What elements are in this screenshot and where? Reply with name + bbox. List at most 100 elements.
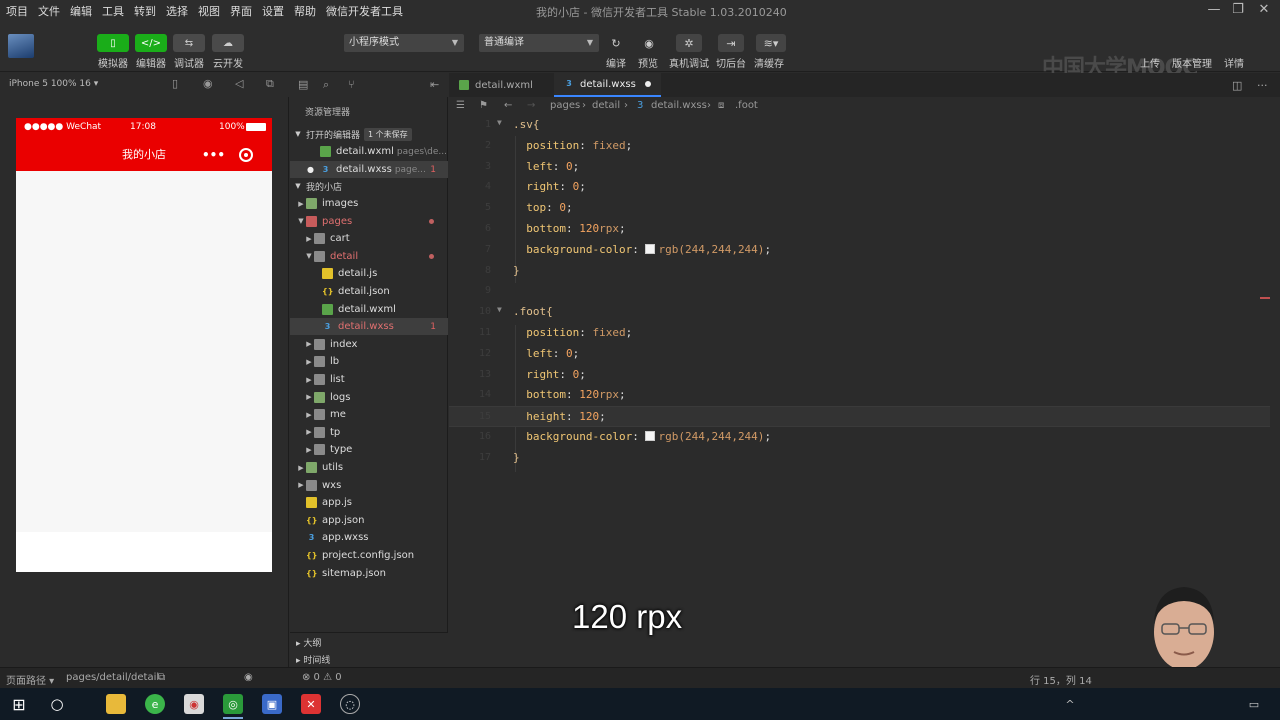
folder-item[interactable]: ▶ index bbox=[290, 336, 448, 353]
open-editor-item[interactable]: detail.wxml pages\de... bbox=[290, 143, 448, 160]
code-line[interactable]: 8} bbox=[449, 261, 1270, 282]
close-icon[interactable]: ✕ bbox=[1255, 2, 1273, 17]
outline-section[interactable]: ▸ 大纲 bbox=[296, 636, 321, 649]
folder-item[interactable]: ▶ type bbox=[290, 441, 448, 458]
remote-debug-button[interactable]: ✲ bbox=[676, 34, 702, 52]
files-icon[interactable]: ▤ bbox=[298, 78, 308, 91]
problems-indicator[interactable]: ⊗ 0 ⚠ 0 bbox=[302, 672, 342, 683]
back-icon[interactable]: ← bbox=[504, 100, 512, 111]
code-line[interactable]: 6 bottom: 120rpx; bbox=[449, 219, 1270, 240]
file-item[interactable]: detail.js bbox=[290, 265, 448, 282]
minimize-icon[interactable]: — bbox=[1205, 2, 1223, 17]
file-item[interactable]: {} app.json bbox=[290, 512, 448, 529]
folder-item[interactable]: ▼ detail bbox=[290, 248, 448, 265]
record-icon[interactable]: ◉ bbox=[203, 77, 213, 90]
unsaved-dot-icon[interactable]: ● bbox=[307, 165, 314, 174]
capsule-menu[interactable]: ••• bbox=[196, 144, 266, 166]
menu-item[interactable]: 编辑 bbox=[66, 3, 96, 19]
folder-item[interactable]: ▶ list bbox=[290, 371, 448, 388]
maximize-icon[interactable]: ❐ bbox=[1229, 2, 1247, 17]
file-item[interactable]: app.js bbox=[290, 494, 448, 511]
menu-item[interactable]: 微信开发者工具 bbox=[322, 3, 407, 19]
code-line[interactable]: 7 background-color: rgb(244,244,244); bbox=[449, 240, 1270, 261]
folder-item[interactable]: ▶ lb bbox=[290, 353, 448, 370]
file-item[interactable]: detail.wxml bbox=[290, 301, 448, 318]
menu-item[interactable]: 选择 bbox=[162, 3, 192, 19]
breadcrumb-item[interactable]: .foot bbox=[735, 100, 758, 111]
windows-start-icon[interactable]: ⊞ bbox=[9, 694, 29, 714]
folder-item[interactable]: ▶ cart bbox=[290, 230, 448, 247]
code-line[interactable]: 10 ▼ .foot{ bbox=[449, 302, 1270, 323]
menu-item[interactable]: 文件 bbox=[34, 3, 64, 19]
editor-toggle-button[interactable]: </> bbox=[135, 34, 167, 52]
code-line[interactable]: 16 background-color: rgb(244,244,244); bbox=[449, 427, 1270, 448]
compile-select[interactable]: 普通编译 ▼ bbox=[479, 34, 599, 52]
folder-item[interactable]: ▶ logs bbox=[290, 389, 448, 406]
code-line[interactable]: 13 right: 0; bbox=[449, 365, 1270, 386]
compile-button[interactable]: ↻ bbox=[603, 34, 629, 52]
eye-icon[interactable]: ◉ bbox=[244, 672, 253, 683]
more-icon[interactable]: ··· bbox=[1257, 79, 1268, 92]
code-line[interactable]: 9 bbox=[449, 281, 1270, 302]
file-item[interactable]: 3 app.wxss bbox=[290, 529, 448, 546]
tab-detail-wxml[interactable]: detail.wxml bbox=[449, 73, 543, 97]
search-icon[interactable]: ⌕ bbox=[323, 78, 329, 92]
file-item[interactable]: {} sitemap.json bbox=[290, 565, 448, 582]
browser-icon[interactable]: e bbox=[145, 694, 165, 714]
color-swatch-icon[interactable] bbox=[645, 243, 656, 254]
breadcrumb-item[interactable]: pages bbox=[550, 100, 580, 111]
code-line[interactable]: 17} bbox=[449, 448, 1270, 469]
folder-icon[interactable] bbox=[106, 694, 126, 714]
code-line[interactable]: 1 ▼ .sv{ bbox=[449, 115, 1270, 136]
tray-arrow-icon[interactable]: ^ bbox=[1064, 694, 1076, 714]
breadcrumb-item[interactable]: detail bbox=[592, 100, 620, 111]
cloud-dev-button[interactable]: ☁ bbox=[212, 34, 244, 52]
folder-item[interactable]: ▶ me bbox=[290, 406, 448, 423]
avatar[interactable] bbox=[8, 34, 34, 58]
debugger-toggle-button[interactable]: ⇆ bbox=[173, 34, 205, 52]
code-line[interactable]: 12 left: 0; bbox=[449, 344, 1270, 365]
menu-item[interactable]: 项目 bbox=[2, 3, 32, 19]
fold-chevron-icon[interactable]: ▼ bbox=[497, 305, 502, 314]
file-item[interactable]: {} detail.json bbox=[290, 283, 448, 300]
list-icon[interactable]: ☰ bbox=[456, 100, 465, 111]
code-line[interactable]: 15 height: 120; bbox=[449, 406, 1270, 428]
recorder-icon[interactable]: ◉ bbox=[184, 694, 204, 714]
menu-item[interactable]: 设置 bbox=[258, 3, 288, 19]
file-item[interactable]: {} project.config.json bbox=[290, 547, 448, 564]
collapse-icon[interactable]: ⇤ bbox=[430, 78, 439, 91]
menu-item[interactable]: 工具 bbox=[98, 3, 128, 19]
git-icon[interactable]: ⑂ bbox=[348, 78, 355, 91]
project-header[interactable]: ▼ 我的小店 bbox=[290, 178, 448, 194]
folder-item[interactable]: ▼ pages bbox=[290, 213, 448, 230]
wechat-devtools-icon[interactable]: ◎ bbox=[223, 694, 243, 719]
unsaved-dot-icon[interactable] bbox=[644, 81, 651, 87]
volume-icon[interactable]: ◁ bbox=[235, 77, 243, 90]
code-line[interactable]: 2 position: fixed; bbox=[449, 136, 1270, 157]
open-editors-header[interactable]: ▼ 打开的编辑器 1 个未保存 bbox=[290, 126, 448, 142]
version-manage-button[interactable]: 版本管理 bbox=[1172, 55, 1212, 70]
notification-icon[interactable]: ▭ bbox=[1244, 694, 1264, 714]
color-swatch-icon[interactable] bbox=[645, 431, 656, 441]
code-line[interactable]: 5 top: 0; bbox=[449, 198, 1270, 219]
media-icon[interactable]: ✕ bbox=[301, 694, 321, 714]
phone-icon[interactable]: ▯ bbox=[172, 77, 178, 90]
breadcrumb-item[interactable]: detail.wxss bbox=[651, 100, 707, 111]
chrome-icon[interactable]: ◌ bbox=[340, 694, 360, 714]
code-line[interactable]: 3 left: 0; bbox=[449, 157, 1270, 178]
folder-item[interactable]: ▶ utils bbox=[290, 459, 448, 476]
fold-chevron-icon[interactable]: ▼ bbox=[497, 118, 502, 127]
tab-detail-wxss[interactable]: 3 detail.wxss bbox=[554, 73, 661, 97]
menu-item[interactable]: 转到 bbox=[130, 3, 160, 19]
menu-item[interactable]: 视图 bbox=[194, 3, 224, 19]
detach-icon[interactable]: ⧉ bbox=[266, 77, 274, 91]
preview-button[interactable]: ◉ bbox=[636, 34, 662, 52]
cursor-position[interactable]: 行 15，列 14 bbox=[1030, 672, 1092, 687]
copy-icon[interactable]: ⧉ bbox=[158, 672, 165, 683]
bookmark-icon[interactable]: ⚑ bbox=[479, 100, 488, 111]
device-select[interactable]: iPhone 5 100% 16 ▾ bbox=[9, 79, 98, 89]
page-path-label[interactable]: 页面路径 ▾ bbox=[6, 672, 54, 687]
simulator-toggle-button[interactable]: ▯ bbox=[97, 34, 129, 52]
menu-item[interactable]: 帮助 bbox=[290, 3, 320, 19]
upload-button[interactable]: 上传 bbox=[1140, 55, 1160, 70]
